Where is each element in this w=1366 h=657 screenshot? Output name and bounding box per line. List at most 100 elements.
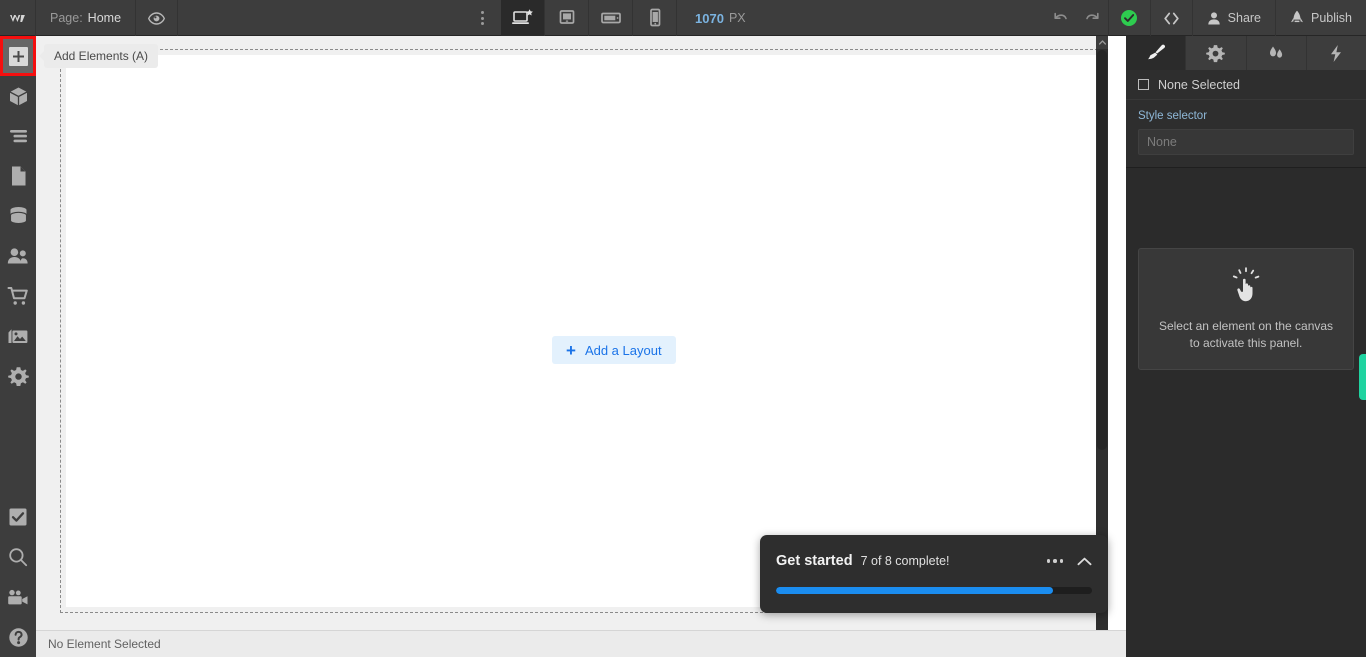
users-icon — [7, 248, 28, 264]
chevron-up-icon — [1098, 40, 1106, 45]
selection-label: None Selected — [1158, 77, 1241, 92]
droplets-icon — [1270, 46, 1283, 58]
checkbox-check-icon — [9, 508, 27, 526]
get-started-progress-track — [776, 587, 1092, 594]
sidebar-item-users[interactable] — [0, 236, 36, 276]
publish-label: Publish — [1311, 11, 1353, 25]
page-indicator[interactable]: Page: Home — [36, 0, 137, 36]
scroll-up-arrow-icon[interactable] — [1096, 36, 1108, 49]
canvas-width-unit: PX — [728, 11, 746, 25]
chevron-up-icon — [1077, 557, 1092, 565]
page-icon — [11, 166, 25, 186]
page-name: Home — [87, 11, 122, 25]
breakpoint-desktop[interactable] — [501, 0, 546, 36]
webflow-designer: Page: Home 1070 PX Share Publish Add Ele… — [0, 0, 1366, 657]
database-icon — [9, 207, 27, 225]
images-icon — [8, 328, 28, 343]
selection-indicator: None Selected — [1126, 70, 1366, 100]
add-elements-tooltip: Add Elements (A) — [38, 44, 159, 68]
get-started-card[interactable]: Get started 7 of 8 complete! — [760, 535, 1108, 613]
undo-icon — [1054, 12, 1067, 19]
redo-button[interactable] — [1077, 0, 1109, 36]
page-label: Page: — [50, 11, 83, 25]
sidebar-item-components[interactable] — [0, 76, 36, 116]
publish-button[interactable]: Publish — [1276, 0, 1366, 36]
breakpoint-mobile-landscape[interactable] — [589, 0, 634, 36]
webflow-logo-icon — [10, 14, 25, 22]
style-selector-input[interactable]: None — [1138, 129, 1354, 155]
magnifier-icon — [9, 548, 28, 567]
get-started-subtitle: 7 of 8 complete! — [860, 554, 950, 568]
eye-icon — [148, 11, 166, 25]
sidebar-item-assets[interactable] — [0, 316, 36, 356]
check-circle-icon — [1121, 10, 1138, 26]
redo-icon — [1085, 12, 1099, 19]
canvas-options-menu[interactable] — [463, 0, 501, 36]
desktop-star-icon — [511, 9, 533, 24]
collapse-button[interactable] — [1077, 557, 1092, 566]
right-panel: None Selected Style selector None Select… — [1126, 36, 1366, 657]
style-selector-label: Style selector — [1138, 110, 1208, 122]
share-label: Share — [1227, 11, 1262, 25]
sidebar-item-add-elements[interactable] — [0, 36, 36, 76]
breakpoint-tablet[interactable] — [545, 0, 590, 36]
toolbar-spacer-left — [178, 0, 463, 36]
get-started-progress-fill — [776, 587, 1053, 594]
style-selector-value: None — [1147, 135, 1177, 149]
element-square-icon — [1138, 79, 1149, 90]
vertical-dots-icon — [480, 11, 484, 25]
top-toolbar: Page: Home 1070 PX Share Publish — [0, 0, 1366, 36]
sidebar-item-audit[interactable] — [0, 497, 36, 537]
tab-style[interactable] — [1126, 36, 1187, 70]
canvas-width-value: 1070 — [695, 10, 724, 26]
scrollbar-thumb[interactable] — [1097, 50, 1107, 450]
gear-icon — [1206, 44, 1226, 62]
mobile-landscape-icon — [600, 12, 621, 24]
style-selector-section: Style selector None — [1126, 100, 1366, 168]
toolbar-spacer-right — [760, 0, 1045, 36]
sidebar-item-help[interactable] — [0, 617, 36, 657]
breakpoint-mobile-portrait[interactable] — [633, 0, 678, 36]
feedback-tab[interactable] — [1359, 354, 1366, 400]
tab-settings[interactable] — [1186, 36, 1247, 70]
panel-empty-state: Select an element on the canvas to activ… — [1138, 248, 1354, 370]
share-button[interactable]: Share — [1193, 0, 1277, 36]
plus-icon — [8, 46, 28, 66]
undo-button[interactable] — [1045, 0, 1077, 36]
right-panel-tabs — [1126, 36, 1366, 70]
webflow-logo[interactable] — [0, 0, 36, 36]
lightning-bolt-icon — [1331, 44, 1342, 62]
code-button[interactable] — [1151, 0, 1193, 36]
rocket-icon — [1291, 10, 1304, 23]
sidebar-item-pages[interactable] — [0, 156, 36, 196]
canvas-width-display: 1070 PX — [677, 0, 760, 36]
navigator-lines-icon — [9, 130, 27, 143]
pointing-hand-click-icon — [1232, 266, 1260, 301]
sidebar-item-cms[interactable] — [0, 196, 36, 236]
add-a-layout-button[interactable]: + Add a Layout — [552, 336, 676, 364]
preview-toggle[interactable] — [136, 0, 179, 36]
sidebar-item-navigator[interactable] — [0, 116, 36, 156]
shopping-cart-icon — [7, 287, 28, 305]
paintbrush-icon — [1147, 44, 1165, 60]
sidebar-item-settings[interactable] — [0, 356, 36, 396]
sidebar-item-search[interactable] — [0, 537, 36, 577]
sidebar-item-video-tutorials[interactable] — [0, 577, 36, 617]
mobile-portrait-icon — [649, 8, 660, 27]
gear-icon — [7, 366, 29, 386]
cube-icon — [9, 87, 27, 105]
video-camera-icon — [8, 589, 28, 604]
sidebar-item-ecommerce[interactable] — [0, 276, 36, 316]
tab-style-manager[interactable] — [1247, 36, 1307, 70]
tab-interactions[interactable] — [1307, 36, 1366, 70]
tooltip-text: Add Elements (A) — [54, 49, 149, 63]
get-started-title: Get started — [776, 553, 853, 569]
status-bar: No Element Selected — [36, 630, 1126, 657]
panel-empty-text: Select an element on the canvas to activ… — [1158, 318, 1334, 350]
code-brackets-icon — [1163, 12, 1179, 24]
horizontal-dots-icon[interactable] — [1046, 559, 1063, 563]
save-status-button[interactable] — [1109, 0, 1151, 36]
canvas-body-element[interactable]: + Add a Layout — [60, 49, 1103, 613]
tablet-icon — [559, 10, 574, 24]
